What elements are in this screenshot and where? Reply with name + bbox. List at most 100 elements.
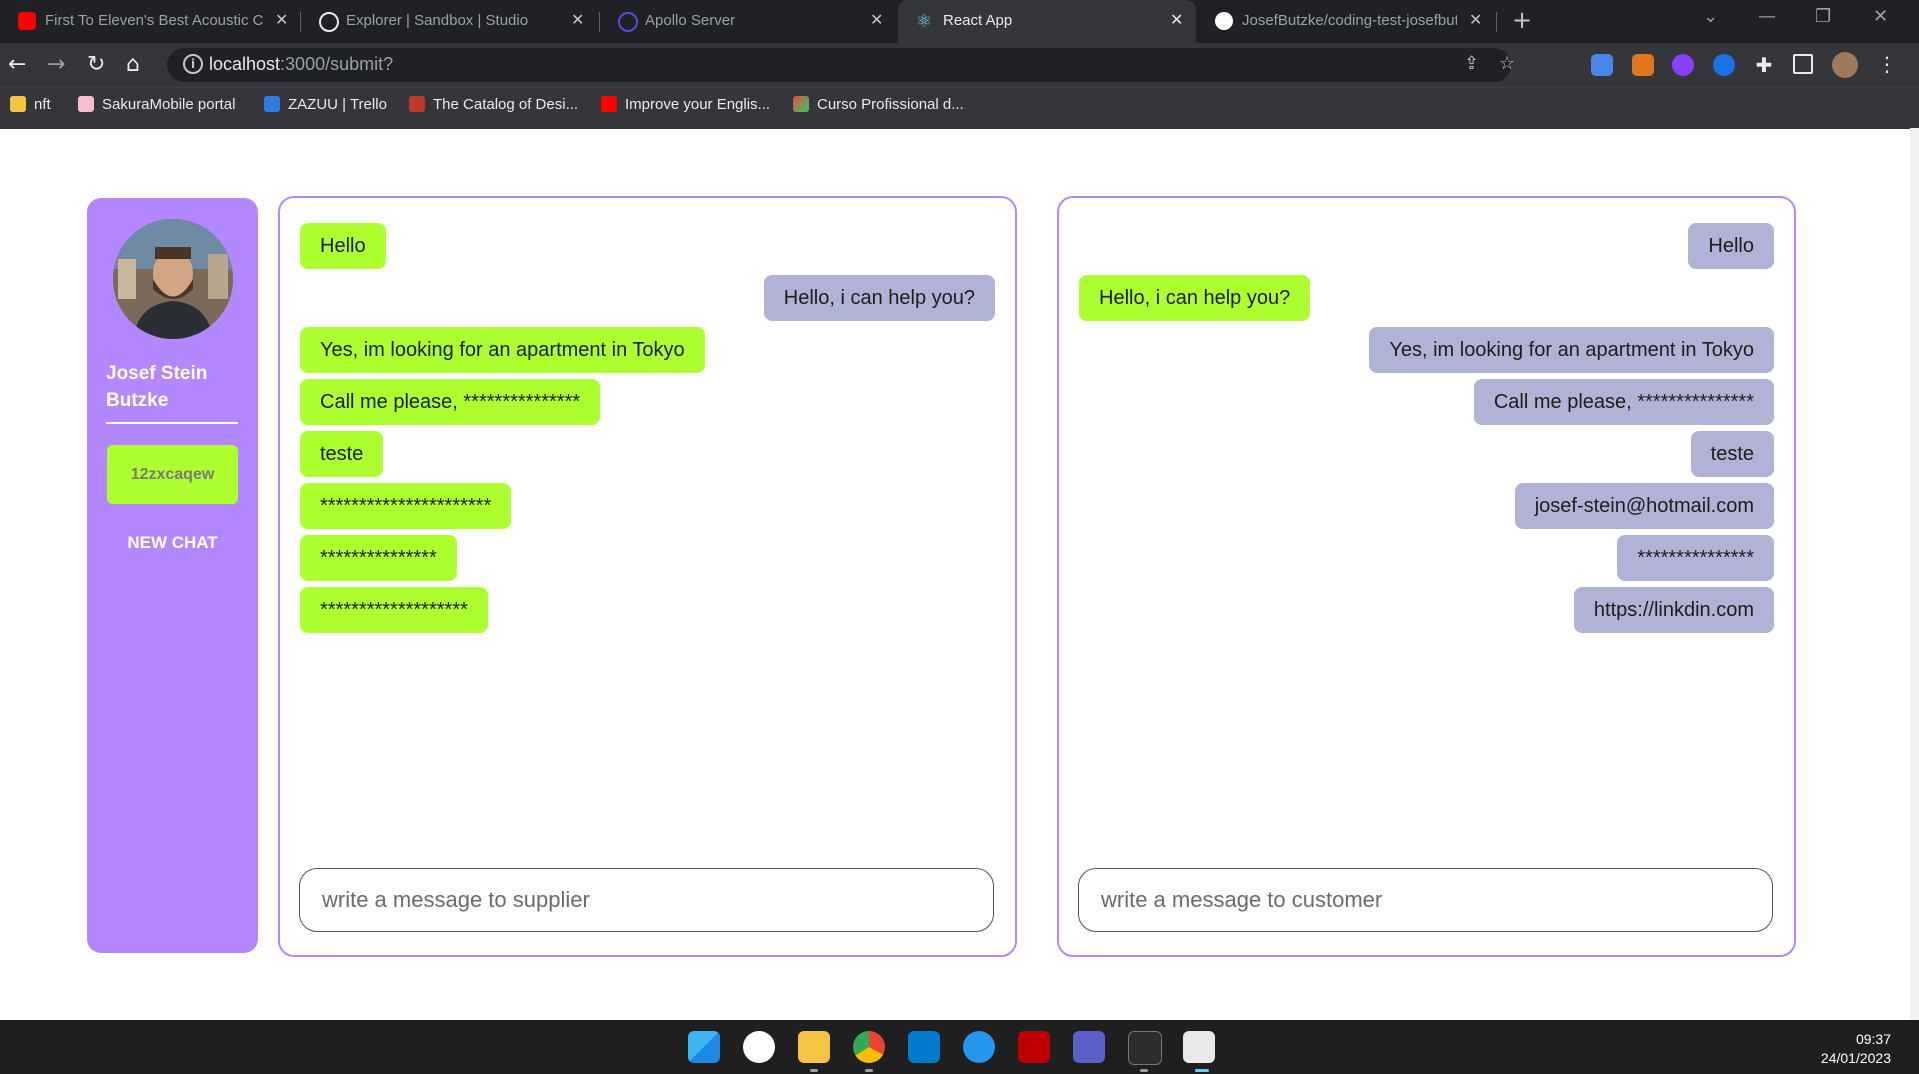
folder-icon: [10, 96, 26, 112]
github-icon: [1215, 12, 1233, 30]
windows-start-icon[interactable]: [688, 1031, 720, 1063]
running-indicator: [1140, 1069, 1148, 1072]
apollo-studio-icon: [319, 12, 339, 32]
message-bubble: Call me please, ***************: [300, 379, 601, 425]
vscode-icon[interactable]: [908, 1031, 940, 1063]
extension-icon[interactable]: [1672, 54, 1694, 76]
message-row: teste: [1079, 431, 1774, 477]
url-text[interactable]: localhost:3000/submit?: [209, 54, 393, 75]
message-row: josef-stein@hotmail.com: [1079, 483, 1774, 529]
close-tab-icon[interactable]: ✕: [1170, 10, 1183, 30]
message-bubble: teste: [300, 431, 384, 477]
file-explorer-icon[interactable]: [798, 1031, 830, 1063]
home-icon[interactable]: ⌂: [126, 52, 140, 77]
restore-icon[interactable]: ❐: [1815, 6, 1831, 27]
new-tab-icon[interactable]: +: [1512, 6, 1532, 34]
running-indicator: [865, 1069, 873, 1072]
extensions-puzzle-icon[interactable]: ✚: [1753, 54, 1775, 76]
course-icon: [793, 96, 809, 112]
browser-tab[interactable]: JosefButzke/coding-test-josefbut ✕: [1197, 0, 1495, 43]
message-row: ***************: [300, 535, 995, 581]
page-scrollbar[interactable]: [1910, 128, 1919, 1020]
message-row: Yes, im looking for an apartment in Toky…: [1079, 327, 1774, 373]
supplier-message-input[interactable]: [320, 869, 974, 931]
browser-tab-active[interactable]: ⚛ React App ✕: [898, 0, 1196, 43]
os-taskbar: 09:37 24/01/2023: [0, 1020, 1919, 1074]
running-indicator: [810, 1069, 818, 1072]
avatar: [113, 219, 233, 339]
chat-id-button[interactable]: 12zxcaqew: [107, 445, 238, 504]
message-row: https://linkdin.com: [1079, 587, 1774, 633]
browser-tab-strip: First To Eleven's Best Acoustic Co ✕ Exp…: [0, 0, 1919, 43]
catalog-icon: [409, 96, 425, 112]
app-icon[interactable]: [743, 1031, 775, 1063]
system-clock[interactable]: 09:37 24/01/2023: [1821, 1030, 1891, 1068]
chrome-icon[interactable]: [853, 1031, 885, 1063]
message-bubble: Yes, im looking for an apartment in Toky…: [1369, 327, 1774, 373]
youtube-icon: [18, 12, 36, 30]
forward-icon[interactable]: →: [47, 52, 65, 77]
message-bubble: ***************: [1617, 535, 1774, 581]
site-info-icon[interactable]: i: [183, 54, 203, 74]
minimize-icon[interactable]: —: [1758, 6, 1776, 27]
address-bar[interactable]: i localhost:3000/submit? ⇪ ☆: [167, 48, 1515, 82]
back-icon[interactable]: ←: [8, 52, 26, 77]
bookmark-item[interactable]: ZAZUU | Trello: [264, 96, 387, 113]
chat-panel-supplier: Hello Hello, i can help you? Yes, im loo…: [278, 196, 1017, 957]
message-bubble: Hello, i can help you?: [1079, 275, 1311, 321]
message-row: **********************: [300, 483, 995, 529]
browser-tab[interactable]: First To Eleven's Best Acoustic Co ✕: [0, 0, 300, 43]
message-bubble: Hello: [300, 223, 386, 269]
profile-avatar-icon[interactable]: [1832, 52, 1858, 78]
user-name: Josef Stein Butzke: [106, 363, 208, 411]
message-bubble: *******************: [300, 587, 488, 633]
apollo-icon: [618, 12, 638, 32]
sakura-icon: [78, 96, 94, 112]
message-bubble: Hello, i can help you?: [763, 275, 995, 321]
sidebar: Josef Stein Butzke 12zxcaqew NEW CHAT: [87, 198, 258, 953]
filezilla-icon[interactable]: [1018, 1031, 1050, 1063]
youtube-icon: [601, 96, 617, 112]
message-bubble: https://linkdin.com: [1573, 587, 1774, 633]
avatar-photo: [113, 219, 233, 339]
snipping-tool-icon[interactable]: [1183, 1031, 1215, 1063]
message-row: Hello: [300, 223, 995, 269]
menu-kebab-icon[interactable]: ⋮: [1877, 52, 1897, 76]
chat-panel-customer: Hello Hello, i can help you? Yes, im loo…: [1057, 196, 1796, 957]
trello-icon: [264, 96, 280, 112]
clock-time: 09:37: [1855, 1031, 1891, 1047]
close-tab-icon[interactable]: ✕: [870, 10, 883, 30]
bookmark-item[interactable]: Curso Profissional d...: [793, 96, 964, 113]
close-window-icon[interactable]: ✕: [1873, 6, 1888, 27]
side-panel-icon[interactable]: [1793, 54, 1813, 74]
close-tab-icon[interactable]: ✕: [1469, 10, 1482, 30]
message-bubble: **********************: [300, 483, 512, 529]
docker-icon[interactable]: [963, 1031, 995, 1063]
bookmark-item[interactable]: nft: [10, 96, 51, 113]
share-icon[interactable]: ⇪: [1464, 53, 1479, 74]
message-row: teste: [300, 431, 995, 477]
message-bubble: josef-stein@hotmail.com: [1514, 483, 1774, 529]
close-tab-icon[interactable]: ✕: [275, 10, 288, 30]
shazam-extension-icon[interactable]: [1713, 54, 1735, 76]
bookmarks-bar: nft SakuraMobile portal ZAZUU | Trello T…: [0, 87, 1919, 129]
tab-search-icon[interactable]: ⌄: [1703, 6, 1718, 27]
browser-tab[interactable]: Apollo Server ✕: [600, 0, 898, 43]
translate-extension-icon[interactable]: [1591, 54, 1613, 76]
message-list: Hello Hello, i can help you? Yes, im loo…: [1079, 223, 1774, 639]
bookmark-item[interactable]: The Catalog of Desi...: [409, 96, 578, 113]
message-row: Hello, i can help you?: [1079, 275, 1774, 321]
reload-icon[interactable]: ↻: [87, 52, 105, 77]
new-chat-button[interactable]: NEW CHAT: [87, 533, 258, 553]
bookmark-star-icon[interactable]: ☆: [1499, 53, 1515, 74]
close-tab-icon[interactable]: ✕: [571, 10, 584, 30]
message-bubble: teste: [1690, 431, 1774, 477]
customer-message-input[interactable]: [1099, 869, 1753, 931]
teams-icon[interactable]: [1073, 1031, 1105, 1063]
metamask-extension-icon[interactable]: [1632, 54, 1654, 76]
message-row: Hello, i can help you?: [300, 275, 995, 321]
bookmark-item[interactable]: Improve your Englis...: [601, 96, 770, 113]
terminal-icon[interactable]: [1128, 1031, 1162, 1065]
browser-tab[interactable]: Explorer | Sandbox | Studio ✕: [301, 0, 599, 43]
bookmark-item[interactable]: SakuraMobile portal: [78, 96, 235, 113]
